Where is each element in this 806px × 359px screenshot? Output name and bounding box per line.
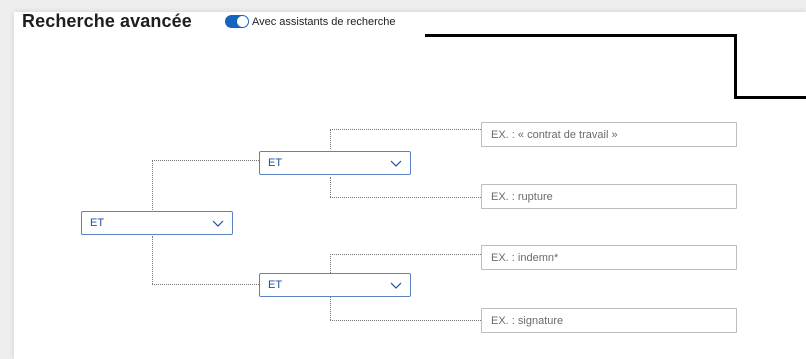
toggle-knob [237, 16, 248, 27]
connector [330, 297, 331, 320]
search-term-input-1[interactable] [481, 122, 737, 147]
callout-line-vertical [734, 34, 737, 98]
search-term-input-4[interactable] [481, 308, 737, 333]
connector [152, 160, 153, 210]
callout-line-horizontal [425, 34, 737, 37]
operator-select-top[interactable]: ET [259, 151, 411, 175]
connector [330, 129, 481, 130]
connector [330, 254, 481, 255]
search-term-input-3[interactable] [481, 245, 737, 270]
connector [330, 197, 481, 198]
operator-select-value: ET [90, 217, 105, 229]
operator-select-value: ET [268, 157, 283, 169]
assistants-toggle[interactable]: Avec assistants de recherche [225, 15, 395, 28]
search-term-input-2[interactable] [481, 184, 737, 209]
connector [152, 284, 259, 285]
chevron-down-icon [212, 220, 224, 227]
assistants-toggle-label: Avec assistants de recherche [252, 15, 396, 28]
toggle-switch[interactable] [225, 15, 249, 28]
connector [152, 160, 259, 161]
chevron-down-icon [390, 160, 402, 167]
connector [330, 177, 331, 197]
connector [330, 129, 331, 149]
operator-select-value: ET [268, 279, 283, 291]
chevron-down-icon [390, 282, 402, 289]
connector [152, 236, 153, 284]
operator-select-root[interactable]: ET [81, 211, 233, 235]
page-title: Recherche avancée [22, 11, 192, 31]
connector [330, 320, 481, 321]
operator-select-bottom[interactable]: ET [259, 273, 411, 297]
callout-line-return [734, 96, 806, 99]
connector [330, 254, 331, 273]
